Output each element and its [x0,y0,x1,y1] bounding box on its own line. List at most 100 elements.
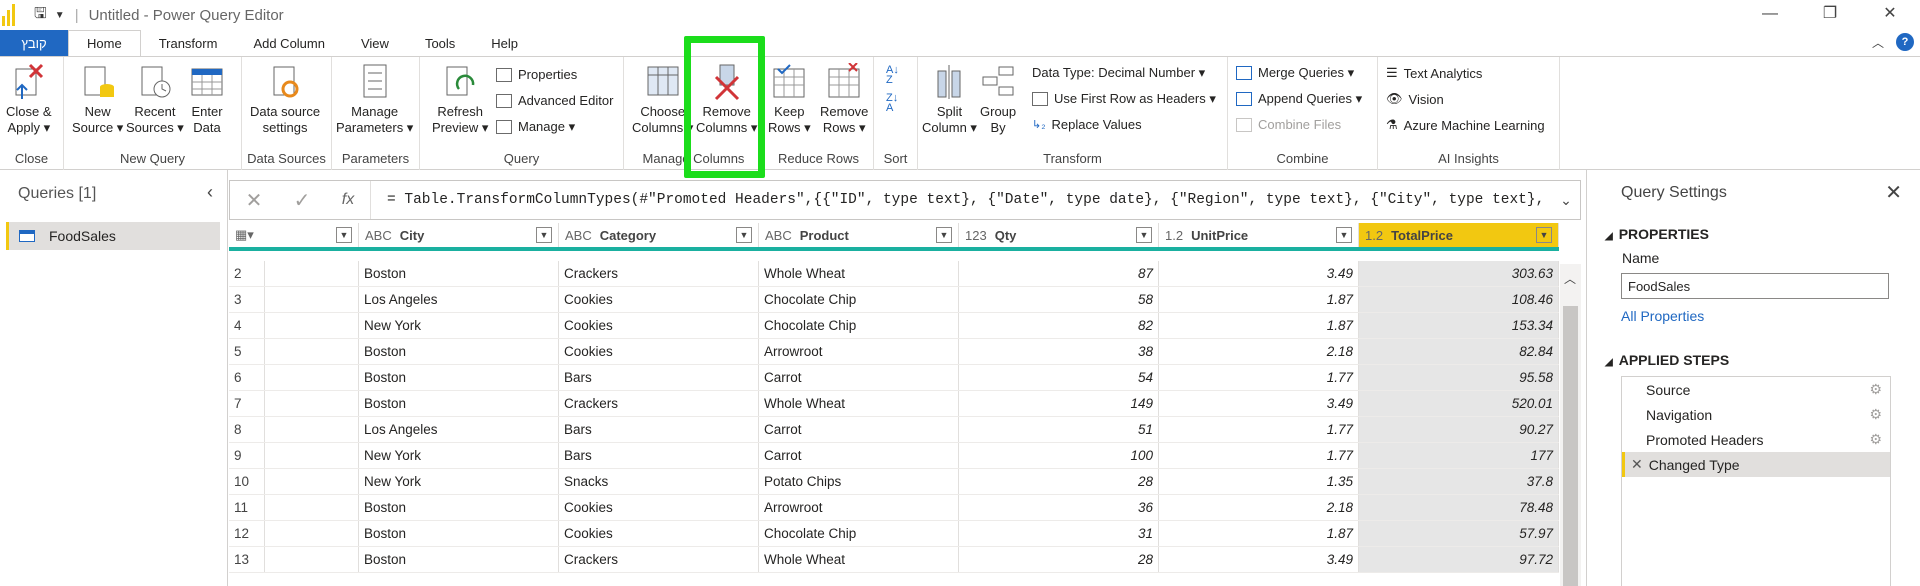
help-icon[interactable]: ? [1896,33,1914,51]
cell-product[interactable]: Whole Wheat [759,391,959,416]
restore-icon[interactable]: ❐ [1800,0,1860,28]
row-number[interactable]: 4 [229,313,265,338]
row-number[interactable]: 10 [229,469,265,494]
cell-product[interactable]: Carrot [759,417,959,442]
column-filter-icon[interactable]: ▼ [336,227,352,243]
cell-qty[interactable]: 28 [959,469,1159,494]
cell-blank[interactable] [265,365,359,390]
cell-city[interactable]: New York [359,443,559,468]
column-type-icon[interactable]: 1.2 [1365,228,1383,243]
tab-file[interactable]: קובץ [0,30,68,56]
cell-city[interactable]: Boston [359,521,559,546]
delete-step-icon[interactable]: ✕ [1631,456,1643,473]
properties-section[interactable]: ◢ PROPERTIES [1605,226,1709,242]
all-properties-link[interactable]: All Properties [1621,308,1704,324]
cell-blank[interactable] [265,443,359,468]
cell-unitprice[interactable]: 3.49 [1159,261,1359,286]
cell-unitprice[interactable]: 3.49 [1159,391,1359,416]
cell-qty[interactable]: 87 [959,261,1159,286]
step-source[interactable]: Source ⚙ [1622,377,1890,402]
cell-product[interactable]: Chocolate Chip [759,287,959,312]
group-by-button[interactable]: Group By [980,63,1016,136]
cell-totalprice[interactable]: 303.63 [1359,261,1559,286]
sort-descending-button[interactable]: Z↓ A [886,93,898,114]
minimize-icon[interactable]: — [1740,0,1800,28]
cell-totalprice[interactable]: 153.34 [1359,313,1559,338]
tab-add-column[interactable]: Add Column [235,30,343,56]
enter-data-button[interactable]: Enter Data [190,63,224,136]
fx-icon[interactable]: fx [326,191,370,209]
sort-ascending-button[interactable]: A↓ Z [886,65,899,86]
recent-sources-button[interactable]: Recent Sources ▾ [126,63,184,136]
azure-ml-button[interactable]: ⚗ Azure Machine Learning [1386,117,1545,133]
column-header-unitprice[interactable]: 1.2 UnitPrice ▼ [1159,223,1359,247]
commit-formula-icon[interactable]: ✓ [278,188,326,213]
cell-city[interactable]: Boston [359,261,559,286]
remove-rows-button[interactable]: Remove Rows ▾ [820,62,868,136]
cell-category[interactable]: Bars [559,443,759,468]
cell-product[interactable]: Chocolate Chip [759,313,959,338]
cell-product[interactable]: Arrowroot [759,339,959,364]
row-number[interactable]: 3 [229,287,265,312]
cell-blank[interactable] [265,469,359,494]
cell-qty[interactable]: 31 [959,521,1159,546]
cell-totalprice[interactable]: 37.8 [1359,469,1559,494]
column-filter-icon[interactable]: ▼ [536,227,552,243]
row-number[interactable]: 7 [229,391,265,416]
cell-category[interactable]: Cookies [559,495,759,520]
cell-blank[interactable] [265,287,359,312]
cell-unitprice[interactable]: 1.87 [1159,287,1359,312]
column-filter-icon[interactable]: ▼ [1136,227,1152,243]
cell-qty[interactable]: 38 [959,339,1159,364]
row-number[interactable]: 11 [229,495,265,520]
column-type-icon[interactable]: ABC [365,228,392,243]
refresh-preview-button[interactable]: Refresh Preview ▾ [432,63,488,136]
cell-category[interactable]: Crackers [559,391,759,416]
cell-qty[interactable]: 51 [959,417,1159,442]
cell-product[interactable]: Carrot [759,365,959,390]
cell-blank[interactable] [265,547,359,572]
cell-totalprice[interactable]: 82.84 [1359,339,1559,364]
cell-qty[interactable]: 54 [959,365,1159,390]
gear-icon[interactable]: ⚙ [1869,381,1882,398]
cell-unitprice[interactable]: 1.77 [1159,443,1359,468]
manage-parameters-button[interactable]: Manage Parameters ▾ [336,63,413,136]
step-changed-type[interactable]: ✕ Changed Type [1622,452,1890,477]
row-number[interactable]: 5 [229,339,265,364]
column-filter-icon[interactable]: ▼ [736,227,752,243]
cell-city[interactable]: Los Angeles [359,417,559,442]
cell-product[interactable]: Arrowroot [759,495,959,520]
column-header-category[interactable]: ABC Category ▼ [559,223,759,247]
collapse-ribbon-icon[interactable]: ︿ [1872,34,1884,51]
close-apply-button[interactable]: Close & Apply ▾ [6,63,52,136]
cell-city[interactable]: Los Angeles [359,287,559,312]
column-type-icon[interactable]: 123 [965,228,987,243]
cell-category[interactable]: Cookies [559,521,759,546]
cell-unitprice[interactable]: 1.87 [1159,521,1359,546]
cell-qty[interactable]: 82 [959,313,1159,338]
cell-city[interactable]: New York [359,313,559,338]
cell-totalprice[interactable]: 78.48 [1359,495,1559,520]
cell-blank[interactable] [265,261,359,286]
cell-blank[interactable] [265,391,359,416]
split-column-button[interactable]: Split Column ▾ [922,63,977,136]
column-header-city[interactable]: ABC City ▼ [359,223,559,247]
cell-category[interactable]: Snacks [559,469,759,494]
column-filter-icon[interactable]: ▼ [1536,227,1552,243]
cell-category[interactable]: Crackers [559,547,759,572]
row-number[interactable]: 8 [229,417,265,442]
cell-product[interactable]: Whole Wheat [759,547,959,572]
query-item-foodsales[interactable]: FoodSales [6,222,220,250]
tab-transform[interactable]: Transform [141,30,236,56]
grid-vertical-scrollbar[interactable]: ︿ [1560,264,1581,586]
cell-totalprice[interactable]: 90.27 [1359,417,1559,442]
cell-totalprice[interactable]: 57.97 [1359,521,1559,546]
cell-totalprice[interactable]: 520.01 [1359,391,1559,416]
gear-icon[interactable]: ⚙ [1869,406,1882,423]
cell-totalprice[interactable]: 95.58 [1359,365,1559,390]
cell-totalprice[interactable]: 177 [1359,443,1559,468]
column-header-product[interactable]: ABC Product ▼ [759,223,959,247]
gear-icon[interactable]: ⚙ [1869,431,1882,448]
vision-button[interactable]: 👁 Vision [1386,91,1444,107]
cell-product[interactable]: Carrot [759,443,959,468]
